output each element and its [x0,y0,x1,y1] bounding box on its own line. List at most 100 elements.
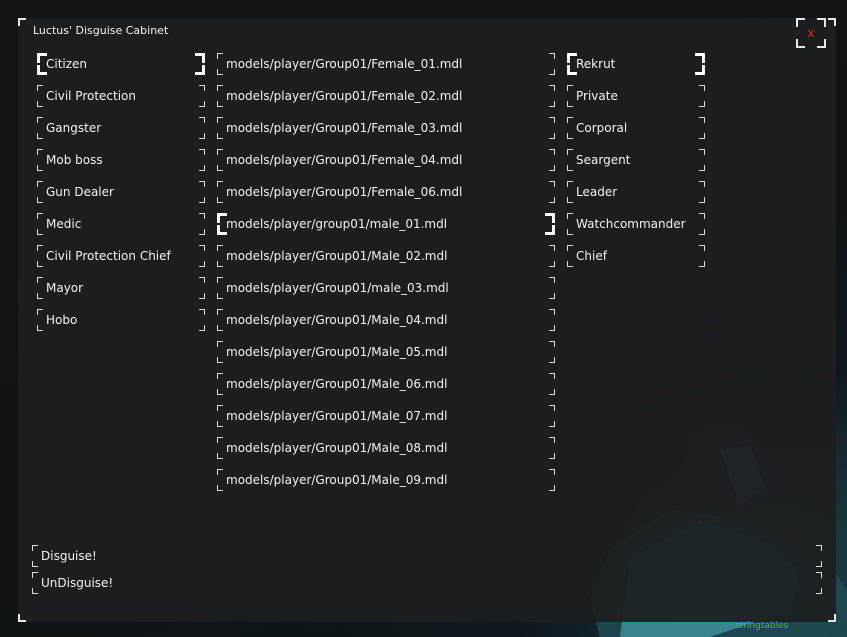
model-item[interactable]: models/player/Group01/Male_02.mdl [217,245,555,267]
model-item-label: models/player/Group01/Female_06.mdl [226,185,463,199]
item-corner [217,405,223,411]
item-corner [217,389,223,395]
item-corner [549,325,555,331]
item-corner [545,225,555,235]
item-corner [549,181,555,187]
item-corner [37,149,43,155]
model-item-label: models/player/Group01/Female_01.mdl [226,57,463,71]
model-item-label: models/player/Group01/Male_09.mdl [226,473,448,487]
model-item-label: models/player/Group01/Male_06.mdl [226,377,448,391]
job-item[interactable]: Mayor [37,277,205,299]
rank-item-label: Seargent [576,153,631,167]
item-corner [37,261,43,267]
model-item[interactable]: models/player/Group01/Male_09.mdl [217,469,555,491]
model-item[interactable]: models/player/Group01/male_03.mdl [217,277,555,299]
item-corner [567,181,573,187]
item-corner [37,229,43,235]
model-item[interactable]: models/player/Group01/Female_02.mdl [217,85,555,107]
job-item[interactable]: Citizen [37,53,205,75]
item-corner [567,261,573,267]
rank-item[interactable]: Watchcommander [567,213,705,235]
disguise-button[interactable]: Disguise! [32,545,822,567]
item-corner [199,245,205,251]
job-item[interactable]: Medic [37,213,205,235]
rank-list: Rekrut Private Corporal Seargent Leader Watch… [567,53,707,278]
rank-item[interactable]: Leader [567,181,705,203]
item-corner [699,261,705,267]
model-item[interactable]: models/player/Group01/Female_04.mdl [217,149,555,171]
item-corner [37,277,43,283]
window-corner-bottom-left [18,614,26,622]
button-corner [816,561,822,567]
rank-item[interactable]: Rekrut [567,53,705,75]
job-item[interactable]: Mob boss [37,149,205,171]
item-corner [545,213,555,223]
item-corner [217,85,223,91]
item-corner [699,117,705,123]
model-item[interactable]: models/player/Group01/Female_06.mdl [217,181,555,203]
job-item-label: Civil Protection Chief [46,249,171,263]
item-corner [549,165,555,171]
item-corner [37,165,43,171]
item-corner [37,245,43,251]
item-corner [37,181,43,187]
item-corner [549,405,555,411]
window-corner-bottom-right [828,614,836,622]
rank-item-label: Leader [576,185,618,199]
job-item-label: Citizen [46,57,88,71]
item-corner [217,293,223,299]
job-item-label: Gangster [46,121,102,135]
rank-item[interactable]: Corporal [567,117,705,139]
item-corner [217,197,223,203]
item-corner [549,69,555,75]
item-corner [567,165,573,171]
item-corner [217,309,223,315]
job-item[interactable]: Civil Protection Chief [37,245,205,267]
rank-item[interactable]: Seargent [567,149,705,171]
model-item[interactable]: models/player/group01/male_01.mdl [217,213,555,235]
job-item-label: Hobo [46,313,78,327]
job-item[interactable]: Hobo [37,309,205,331]
model-item-label: models/player/Group01/Male_07.mdl [226,409,448,423]
item-corner [199,149,205,155]
item-corner [37,101,43,107]
model-item[interactable]: models/player/Group01/Male_07.mdl [217,405,555,427]
item-corner [37,133,43,139]
item-corner [549,309,555,315]
item-corner [567,197,573,203]
item-corner [199,133,205,139]
job-item[interactable]: Gangster [37,117,205,139]
job-item-label: Mayor [46,281,84,295]
model-item[interactable]: models/player/Group01/Male_05.mdl [217,341,555,363]
item-corner [567,149,573,155]
model-item[interactable]: models/player/Group01/Female_03.mdl [217,117,555,139]
item-corner [567,245,573,251]
item-corner [699,229,705,235]
item-corner [699,213,705,219]
job-item[interactable]: Gun Dealer [37,181,205,203]
item-corner [695,53,705,63]
item-corner [549,101,555,107]
item-corner [217,341,223,347]
item-corner [217,261,223,267]
close-corner [817,18,826,27]
model-item[interactable]: models/player/Group01/Male_08.mdl [217,437,555,459]
item-corner [549,117,555,123]
model-item[interactable]: models/player/Group01/Female_01.mdl [217,53,555,75]
item-corner [195,53,205,63]
close-button[interactable]: x [796,18,826,48]
button-corner [816,545,822,551]
rank-item[interactable]: Private [567,85,705,107]
model-item-label: models/player/Group01/Female_02.mdl [226,89,463,103]
model-item[interactable]: models/player/Group01/Male_06.mdl [217,373,555,395]
job-item-label: Mob boss [46,153,103,167]
rank-item[interactable]: Chief [567,245,705,267]
undisguise-button[interactable]: UnDisguise! [32,572,822,594]
item-corner [549,389,555,395]
item-corner [699,133,705,139]
item-corner [549,485,555,491]
model-item[interactable]: models/player/Group01/Male_04.mdl [217,309,555,331]
item-corner [217,69,223,75]
job-item[interactable]: Civil Protection [37,85,205,107]
item-corner [217,421,223,427]
